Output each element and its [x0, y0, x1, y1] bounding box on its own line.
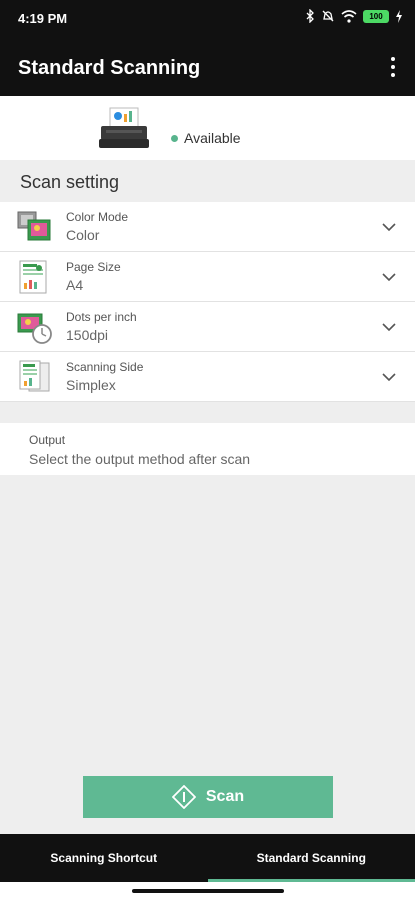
setting-value: Simplex: [66, 377, 116, 393]
scan-setting-header: Scan setting: [0, 160, 415, 202]
setting-page-size[interactable]: Page Size A4: [0, 252, 415, 302]
setting-scanning-side[interactable]: Scanning Side Simplex: [0, 352, 415, 402]
output-description: Select the output method after scan: [29, 451, 251, 467]
status-icons: 100: [305, 9, 403, 23]
tab-label: Standard Scanning: [256, 851, 366, 865]
setting-label: Dots per inch: [66, 310, 137, 324]
more-vertical-icon[interactable]: [385, 55, 401, 79]
scanner-status-area: Available: [0, 96, 415, 160]
gesture-bar-area: [0, 882, 415, 900]
chevron-down-icon: [382, 273, 396, 282]
scan-button-label: Scan: [205, 788, 245, 805]
mute-icon: [322, 10, 334, 22]
battery-icon: 100: [363, 9, 389, 23]
charging-icon: [396, 9, 402, 23]
setting-label: Page Size: [66, 260, 121, 274]
app-title: Standard Scanning: [18, 57, 201, 79]
setting-value: 150dpi: [66, 327, 109, 343]
setting-color-mode[interactable]: Color Mode Color: [0, 202, 415, 252]
wifi-icon: [341, 9, 357, 23]
availability-status: Available: [171, 130, 241, 146]
availability-label: Available: [184, 130, 241, 146]
home-indicator[interactable]: [132, 889, 284, 893]
chevron-down-icon: [382, 223, 396, 232]
output-selector[interactable]: Output Select the output method after sc…: [0, 423, 415, 475]
tab-label: Scanning Shortcut: [50, 851, 158, 865]
page-size-icon: [19, 260, 47, 294]
app-bar: Standard Scanning: [0, 38, 415, 96]
setting-value: A4: [66, 277, 84, 293]
tab-standard-scanning[interactable]: Standard Scanning: [207, 834, 415, 882]
scan-icon: [171, 785, 196, 809]
status-bar: 4:19 PM 100: [0, 0, 415, 38]
scanning-side-icon: [19, 360, 50, 392]
setting-dots-per-inch[interactable]: Dots per inch 150dpi: [0, 302, 415, 352]
bluetooth-icon: [306, 9, 314, 23]
setting-label: Scanning Side: [66, 360, 144, 374]
section-title: Scan setting: [20, 172, 120, 192]
status-time: 4:19 PM: [18, 11, 68, 26]
setting-value: Color: [66, 227, 100, 243]
color-mode-icon: [17, 211, 51, 241]
chevron-down-icon: [382, 373, 396, 382]
output-label: Output: [29, 433, 66, 447]
scan-button[interactable]: Scan: [83, 776, 333, 818]
scanner-icon: [99, 107, 149, 148]
bottom-nav: Scanning Shortcut Standard Scanning: [0, 834, 415, 882]
setting-label: Color Mode: [66, 210, 129, 224]
resolution-icon: [17, 313, 52, 344]
chevron-down-icon: [382, 323, 396, 332]
status-dot: [171, 134, 178, 142]
tab-scanning-shortcut[interactable]: Scanning Shortcut: [0, 834, 208, 882]
